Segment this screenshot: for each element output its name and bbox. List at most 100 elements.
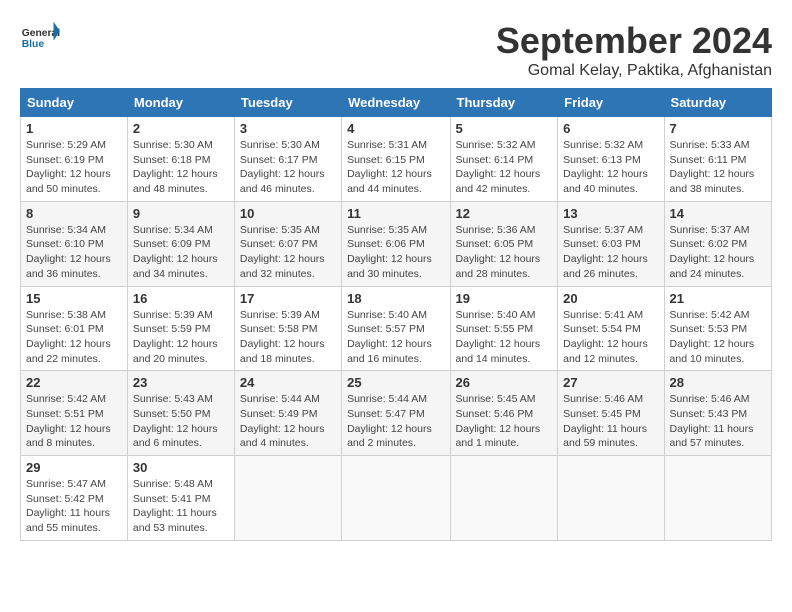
day-number: 21 bbox=[670, 291, 766, 306]
day-daylight: Daylight: 12 hours and 2 minutes. bbox=[347, 423, 432, 450]
calendar-cell: 19 Sunrise: 5:40 AM Sunset: 5:55 PM Dayl… bbox=[450, 286, 558, 371]
calendar-week-row: 1 Sunrise: 5:29 AM Sunset: 6:19 PM Dayli… bbox=[21, 117, 772, 202]
calendar-header-row: SundayMondayTuesdayWednesdayThursdayFrid… bbox=[21, 89, 772, 117]
day-sunset: Sunset: 6:19 PM bbox=[26, 154, 104, 166]
day-number: 6 bbox=[563, 121, 658, 136]
day-number: 3 bbox=[240, 121, 336, 136]
day-sunrise: Sunrise: 5:30 AM bbox=[240, 139, 320, 151]
calendar-week-row: 15 Sunrise: 5:38 AM Sunset: 6:01 PM Dayl… bbox=[21, 286, 772, 371]
day-number: 5 bbox=[456, 121, 553, 136]
calendar-cell: 14 Sunrise: 5:37 AM Sunset: 6:02 PM Dayl… bbox=[664, 201, 771, 286]
day-sunset: Sunset: 5:58 PM bbox=[240, 323, 318, 335]
day-header-tuesday: Tuesday bbox=[234, 89, 341, 117]
day-sunset: Sunset: 5:55 PM bbox=[456, 323, 534, 335]
calendar-week-row: 8 Sunrise: 5:34 AM Sunset: 6:10 PM Dayli… bbox=[21, 201, 772, 286]
day-sunset: Sunset: 6:11 PM bbox=[670, 154, 747, 166]
day-sunrise: Sunrise: 5:32 AM bbox=[563, 139, 643, 151]
day-daylight: Daylight: 12 hours and 50 minutes. bbox=[26, 168, 111, 195]
day-sunset: Sunset: 5:50 PM bbox=[133, 408, 211, 420]
day-number: 12 bbox=[456, 206, 553, 221]
day-daylight: Daylight: 12 hours and 28 minutes. bbox=[456, 253, 541, 280]
day-sunrise: Sunrise: 5:44 AM bbox=[347, 393, 427, 405]
logo: General Blue bbox=[20, 20, 64, 55]
day-daylight: Daylight: 12 hours and 40 minutes. bbox=[563, 168, 648, 195]
day-sunrise: Sunrise: 5:40 AM bbox=[456, 309, 536, 321]
day-sunset: Sunset: 6:13 PM bbox=[563, 154, 641, 166]
day-sunset: Sunset: 6:01 PM bbox=[26, 323, 104, 335]
day-sunrise: Sunrise: 5:30 AM bbox=[133, 139, 213, 151]
day-number: 25 bbox=[347, 375, 444, 390]
day-number: 22 bbox=[26, 375, 122, 390]
day-sunset: Sunset: 5:51 PM bbox=[26, 408, 104, 420]
day-daylight: Daylight: 12 hours and 46 minutes. bbox=[240, 168, 325, 195]
day-sunrise: Sunrise: 5:39 AM bbox=[240, 309, 320, 321]
calendar-cell: 10 Sunrise: 5:35 AM Sunset: 6:07 PM Dayl… bbox=[234, 201, 341, 286]
calendar-cell: 12 Sunrise: 5:36 AM Sunset: 6:05 PM Dayl… bbox=[450, 201, 558, 286]
day-header-sunday: Sunday bbox=[21, 89, 128, 117]
day-number: 4 bbox=[347, 121, 444, 136]
day-sunset: Sunset: 6:02 PM bbox=[670, 238, 748, 250]
calendar-week-row: 22 Sunrise: 5:42 AM Sunset: 5:51 PM Dayl… bbox=[21, 371, 772, 456]
calendar-cell: 27 Sunrise: 5:46 AM Sunset: 5:45 PM Dayl… bbox=[558, 371, 664, 456]
day-sunset: Sunset: 6:14 PM bbox=[456, 154, 534, 166]
calendar-cell: 16 Sunrise: 5:39 AM Sunset: 5:59 PM Dayl… bbox=[127, 286, 234, 371]
day-sunset: Sunset: 5:42 PM bbox=[26, 493, 104, 505]
day-sunrise: Sunrise: 5:39 AM bbox=[133, 309, 213, 321]
day-sunset: Sunset: 6:10 PM bbox=[26, 238, 104, 250]
day-sunrise: Sunrise: 5:42 AM bbox=[26, 393, 106, 405]
day-sunset: Sunset: 6:09 PM bbox=[133, 238, 211, 250]
day-number: 2 bbox=[133, 121, 229, 136]
day-sunrise: Sunrise: 5:31 AM bbox=[347, 139, 427, 151]
day-sunset: Sunset: 6:17 PM bbox=[240, 154, 318, 166]
day-number: 26 bbox=[456, 375, 553, 390]
calendar-cell bbox=[664, 456, 771, 541]
day-header-wednesday: Wednesday bbox=[342, 89, 450, 117]
day-sunrise: Sunrise: 5:46 AM bbox=[670, 393, 750, 405]
day-number: 11 bbox=[347, 206, 444, 221]
calendar-cell: 8 Sunrise: 5:34 AM Sunset: 6:10 PM Dayli… bbox=[21, 201, 128, 286]
calendar-cell: 13 Sunrise: 5:37 AM Sunset: 6:03 PM Dayl… bbox=[558, 201, 664, 286]
day-daylight: Daylight: 12 hours and 24 minutes. bbox=[670, 253, 755, 280]
day-daylight: Daylight: 12 hours and 1 minute. bbox=[456, 423, 541, 450]
day-sunset: Sunset: 6:18 PM bbox=[133, 154, 211, 166]
day-header-thursday: Thursday bbox=[450, 89, 558, 117]
day-number: 18 bbox=[347, 291, 444, 306]
day-sunset: Sunset: 5:59 PM bbox=[133, 323, 211, 335]
day-sunrise: Sunrise: 5:47 AM bbox=[26, 478, 106, 490]
day-number: 23 bbox=[133, 375, 229, 390]
day-sunset: Sunset: 5:57 PM bbox=[347, 323, 425, 335]
day-sunset: Sunset: 6:07 PM bbox=[240, 238, 318, 250]
day-daylight: Daylight: 12 hours and 12 minutes. bbox=[563, 338, 648, 365]
day-number: 9 bbox=[133, 206, 229, 221]
day-header-friday: Friday bbox=[558, 89, 664, 117]
day-number: 7 bbox=[670, 121, 766, 136]
day-sunrise: Sunrise: 5:45 AM bbox=[456, 393, 536, 405]
day-daylight: Daylight: 12 hours and 26 minutes. bbox=[563, 253, 648, 280]
calendar-cell: 17 Sunrise: 5:39 AM Sunset: 5:58 PM Dayl… bbox=[234, 286, 341, 371]
day-sunrise: Sunrise: 5:37 AM bbox=[563, 224, 643, 236]
calendar-cell: 4 Sunrise: 5:31 AM Sunset: 6:15 PM Dayli… bbox=[342, 117, 450, 202]
day-daylight: Daylight: 12 hours and 10 minutes. bbox=[670, 338, 755, 365]
day-header-monday: Monday bbox=[127, 89, 234, 117]
calendar-cell bbox=[234, 456, 341, 541]
day-daylight: Daylight: 11 hours and 55 minutes. bbox=[26, 507, 110, 534]
day-sunset: Sunset: 6:03 PM bbox=[563, 238, 641, 250]
day-daylight: Daylight: 12 hours and 6 minutes. bbox=[133, 423, 218, 450]
calendar-cell: 3 Sunrise: 5:30 AM Sunset: 6:17 PM Dayli… bbox=[234, 117, 341, 202]
day-sunrise: Sunrise: 5:32 AM bbox=[456, 139, 536, 151]
day-daylight: Daylight: 12 hours and 32 minutes. bbox=[240, 253, 325, 280]
calendar-week-row: 29 Sunrise: 5:47 AM Sunset: 5:42 PM Dayl… bbox=[21, 456, 772, 541]
day-daylight: Daylight: 12 hours and 4 minutes. bbox=[240, 423, 325, 450]
day-sunrise: Sunrise: 5:37 AM bbox=[670, 224, 750, 236]
day-number: 30 bbox=[133, 460, 229, 475]
day-daylight: Daylight: 12 hours and 42 minutes. bbox=[456, 168, 541, 195]
day-daylight: Daylight: 11 hours and 59 minutes. bbox=[563, 423, 647, 450]
day-sunrise: Sunrise: 5:46 AM bbox=[563, 393, 643, 405]
day-number: 17 bbox=[240, 291, 336, 306]
day-number: 16 bbox=[133, 291, 229, 306]
day-daylight: Daylight: 12 hours and 22 minutes. bbox=[26, 338, 111, 365]
day-sunrise: Sunrise: 5:43 AM bbox=[133, 393, 213, 405]
day-sunrise: Sunrise: 5:34 AM bbox=[133, 224, 213, 236]
day-sunrise: Sunrise: 5:42 AM bbox=[670, 309, 750, 321]
calendar-cell: 18 Sunrise: 5:40 AM Sunset: 5:57 PM Dayl… bbox=[342, 286, 450, 371]
